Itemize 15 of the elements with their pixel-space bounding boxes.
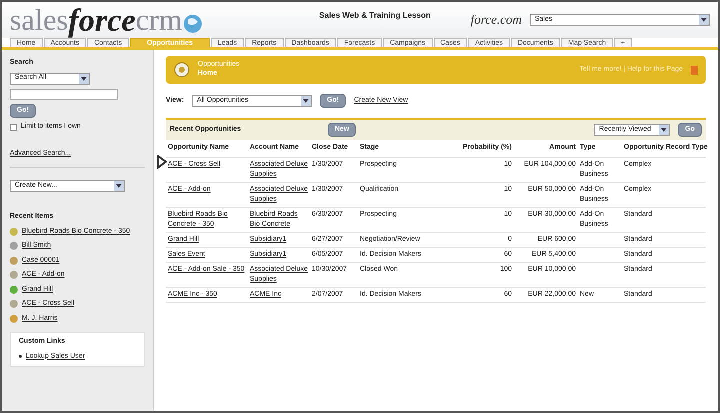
caret-icon (659, 125, 670, 135)
coins-icon (174, 62, 190, 78)
app-label: force.com (470, 11, 522, 30)
logo-text: sales (10, 6, 68, 36)
caret-icon (79, 74, 89, 84)
logo-text: crm (136, 6, 182, 36)
search-field[interactable] (10, 88, 118, 100)
checkbox[interactable] (10, 124, 17, 131)
caret-icon (114, 181, 124, 191)
bullet-icon (19, 355, 22, 358)
logo-text: force (68, 4, 136, 36)
caret-icon (699, 15, 709, 25)
org-name-label: Sales Web & Training Lesson (319, 10, 431, 22)
caret-icon (301, 96, 312, 106)
collapse-handle-icon[interactable] (157, 155, 167, 169)
